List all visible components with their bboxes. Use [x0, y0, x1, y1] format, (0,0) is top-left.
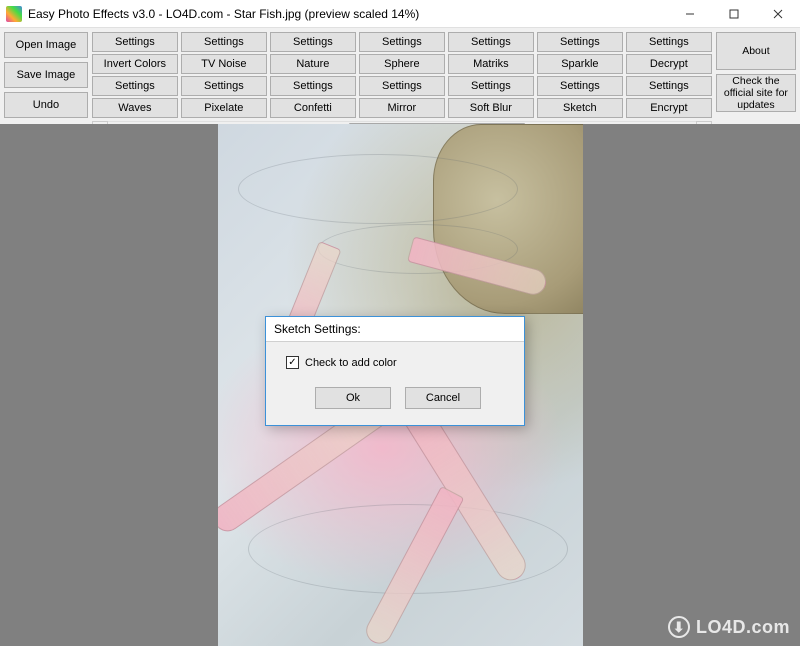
watermark: ⬇ LO4D.com [668, 616, 790, 638]
effect-apply-button[interactable]: Waves [92, 98, 178, 118]
effect-col: SettingsSketch [537, 76, 623, 118]
effect-apply-button[interactable]: Sparkle [537, 54, 623, 74]
effect-settings-button[interactable]: Settings [359, 76, 445, 96]
effect-apply-button[interactable]: Matriks [448, 54, 534, 74]
app-icon [6, 6, 22, 22]
add-color-label: Check to add color [305, 357, 397, 369]
effect-col: SettingsDecrypt [626, 32, 712, 74]
effect-apply-button[interactable]: Invert Colors [92, 54, 178, 74]
effect-settings-button[interactable]: Settings [448, 32, 534, 52]
maximize-button[interactable] [712, 0, 756, 27]
effect-apply-button[interactable]: Nature [270, 54, 356, 74]
effect-settings-button[interactable]: Settings [92, 32, 178, 52]
effect-settings-button[interactable]: Settings [537, 76, 623, 96]
effects-row-2: SettingsWavesSettingsPixelateSettingsCon… [92, 76, 712, 118]
about-button[interactable]: About [716, 32, 796, 70]
effect-col: SettingsMatriks [448, 32, 534, 74]
effect-col: SettingsInvert Colors [92, 32, 178, 74]
cancel-button[interactable]: Cancel [405, 387, 481, 409]
effect-apply-button[interactable]: Sphere [359, 54, 445, 74]
effect-col: SettingsConfetti [270, 76, 356, 118]
download-icon: ⬇ [668, 616, 690, 638]
toolbar: Open Image Save Image Undo SettingsInver… [0, 28, 800, 139]
window-title: Easy Photo Effects v3.0 - LO4D.com - Sta… [28, 7, 668, 21]
effect-col: SettingsWaves [92, 76, 178, 118]
effect-col: SettingsPixelate [181, 76, 267, 118]
effect-settings-button[interactable]: Settings [181, 76, 267, 96]
undo-button[interactable]: Undo [4, 92, 88, 118]
check-updates-button[interactable]: Check the official site for updates [716, 74, 796, 112]
effect-col: SettingsNature [270, 32, 356, 74]
minimize-button[interactable] [668, 0, 712, 27]
effect-apply-button[interactable]: Decrypt [626, 54, 712, 74]
effect-apply-button[interactable]: Confetti [270, 98, 356, 118]
window-controls [668, 0, 800, 27]
effect-settings-button[interactable]: Settings [181, 32, 267, 52]
save-image-button[interactable]: Save Image [4, 62, 88, 88]
sketch-settings-dialog: Sketch Settings: ✓ Check to add color Ok… [265, 316, 525, 426]
effect-col: SettingsSoft Blur [448, 76, 534, 118]
effect-apply-button[interactable]: Pixelate [181, 98, 267, 118]
effect-apply-button[interactable]: Soft Blur [448, 98, 534, 118]
close-button[interactable] [756, 0, 800, 27]
effect-settings-button[interactable]: Settings [270, 76, 356, 96]
effect-col: SettingsTV Noise [181, 32, 267, 74]
effect-col: SettingsSphere [359, 32, 445, 74]
effect-settings-button[interactable]: Settings [92, 76, 178, 96]
effect-col: SettingsMirror [359, 76, 445, 118]
info-buttons: About Check the official site for update… [716, 32, 796, 137]
open-image-button[interactable]: Open Image [4, 32, 88, 58]
effect-col: SettingsEncrypt [626, 76, 712, 118]
effect-apply-button[interactable]: Encrypt [626, 98, 712, 118]
effect-settings-button[interactable]: Settings [626, 32, 712, 52]
dialog-title: Sketch Settings: [266, 317, 524, 342]
effect-settings-button[interactable]: Settings [359, 32, 445, 52]
title-bar: Easy Photo Effects v3.0 - LO4D.com - Sta… [0, 0, 800, 28]
effect-apply-button[interactable]: TV Noise [181, 54, 267, 74]
effect-apply-button[interactable]: Sketch [537, 98, 623, 118]
effects-row-1: SettingsInvert ColorsSettingsTV NoiseSet… [92, 32, 712, 74]
watermark-text: LO4D.com [696, 617, 790, 638]
effect-settings-button[interactable]: Settings [448, 76, 534, 96]
effect-settings-button[interactable]: Settings [537, 32, 623, 52]
ok-button[interactable]: Ok [315, 387, 391, 409]
effects-panel: SettingsInvert ColorsSettingsTV NoiseSet… [92, 32, 712, 137]
effect-col: SettingsSparkle [537, 32, 623, 74]
file-buttons: Open Image Save Image Undo [4, 32, 88, 137]
effect-settings-button[interactable]: Settings [626, 76, 712, 96]
add-color-checkbox[interactable]: ✓ [286, 356, 299, 369]
add-color-checkbox-row[interactable]: ✓ Check to add color [286, 356, 510, 369]
effect-settings-button[interactable]: Settings [270, 32, 356, 52]
effect-apply-button[interactable]: Mirror [359, 98, 445, 118]
